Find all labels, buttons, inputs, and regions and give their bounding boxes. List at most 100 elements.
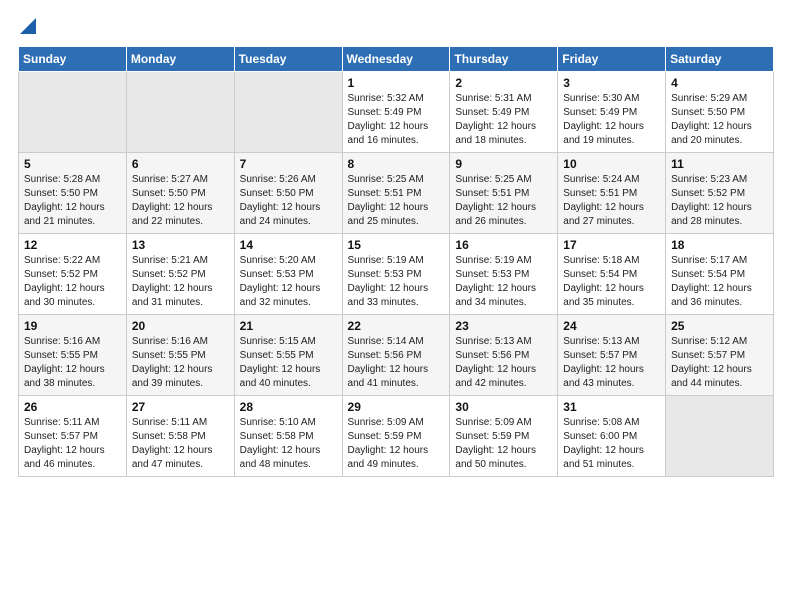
day-info: Sunrise: 5:21 AM Sunset: 5:52 PM Dayligh… [132,254,229,310]
day-number: 14 [240,238,337,252]
day-info: Sunrise: 5:20 AM Sunset: 5:53 PM Dayligh… [240,254,337,310]
day-number: 9 [455,157,552,171]
day-cell-1-3: 8 Sunrise: 5:25 AM Sunset: 5:51 PM Daylig… [342,153,450,234]
day-info: Sunrise: 5:30 AM Sunset: 5:49 PM Dayligh… [563,92,660,148]
day-info: Sunrise: 5:15 AM Sunset: 5:55 PM Dayligh… [240,335,337,391]
day-number: 25 [671,319,768,333]
day-info: Sunrise: 5:12 AM Sunset: 5:57 PM Dayligh… [671,335,768,391]
day-number: 3 [563,76,660,90]
day-number: 23 [455,319,552,333]
day-number: 18 [671,238,768,252]
day-cell-4-4: 30 Sunrise: 5:09 AM Sunset: 5:59 PM Dayli… [450,396,558,477]
day-cell-0-2 [234,72,342,153]
day-number: 17 [563,238,660,252]
day-info: Sunrise: 5:29 AM Sunset: 5:50 PM Dayligh… [671,92,768,148]
day-cell-0-6: 4 Sunrise: 5:29 AM Sunset: 5:50 PM Daylig… [666,72,774,153]
day-cell-3-2: 21 Sunrise: 5:15 AM Sunset: 5:55 PM Dayli… [234,315,342,396]
day-number: 15 [348,238,445,252]
week-row-1: 1 Sunrise: 5:32 AM Sunset: 5:49 PM Daylig… [19,72,774,153]
day-info: Sunrise: 5:18 AM Sunset: 5:54 PM Dayligh… [563,254,660,310]
day-cell-4-2: 28Sunrise: 5:10 AM Sunset: 5:58 PM Dayli… [234,396,342,477]
col-tuesday: Tuesday [234,47,342,72]
col-sunday: Sunday [19,47,127,72]
day-cell-4-1: 27 Sunrise: 5:11 AM Sunset: 5:58 PM Dayli… [126,396,234,477]
day-cell-4-3: 29 Sunrise: 5:09 AM Sunset: 5:59 PM Dayli… [342,396,450,477]
day-info: Sunrise: 5:16 AM Sunset: 5:55 PM Dayligh… [24,335,121,391]
week-row-2: 5 Sunrise: 5:28 AM Sunset: 5:50 PM Daylig… [19,153,774,234]
day-cell-2-2: 14 Sunrise: 5:20 AM Sunset: 5:53 PM Dayli… [234,234,342,315]
day-info: Sunrise: 5:19 AM Sunset: 5:53 PM Dayligh… [348,254,445,310]
logo-icon [20,18,36,34]
day-number: 7 [240,157,337,171]
day-number: 12 [24,238,121,252]
week-row-5: 26Sunrise: 5:11 AM Sunset: 5:57 PM Dayli… [19,396,774,477]
col-monday: Monday [126,47,234,72]
day-cell-0-4: 2Sunrise: 5:31 AM Sunset: 5:49 PM Daylig… [450,72,558,153]
day-number: 29 [348,400,445,414]
day-number: 8 [348,157,445,171]
day-number: 19 [24,319,121,333]
day-number: 2 [455,76,552,90]
day-info: Sunrise: 5:16 AM Sunset: 5:55 PM Dayligh… [132,335,229,391]
day-info: Sunrise: 5:14 AM Sunset: 5:56 PM Dayligh… [348,335,445,391]
calendar-table: Sunday Monday Tuesday Wednesday Thursday… [18,46,774,477]
day-number: 6 [132,157,229,171]
day-cell-1-6: 11 Sunrise: 5:23 AM Sunset: 5:52 PM Dayli… [666,153,774,234]
day-cell-1-4: 9 Sunrise: 5:25 AM Sunset: 5:51 PM Daylig… [450,153,558,234]
day-cell-2-1: 13 Sunrise: 5:21 AM Sunset: 5:52 PM Dayli… [126,234,234,315]
day-number: 13 [132,238,229,252]
day-cell-3-3: 22Sunrise: 5:14 AM Sunset: 5:56 PM Dayli… [342,315,450,396]
day-cell-2-6: 18 Sunrise: 5:17 AM Sunset: 5:54 PM Dayli… [666,234,774,315]
day-info: Sunrise: 5:19 AM Sunset: 5:53 PM Dayligh… [455,254,552,310]
day-cell-3-0: 19 Sunrise: 5:16 AM Sunset: 5:55 PM Dayli… [19,315,127,396]
day-cell-3-5: 24Sunrise: 5:13 AM Sunset: 5:57 PM Dayli… [558,315,666,396]
day-info: Sunrise: 5:10 AM Sunset: 5:58 PM Dayligh… [240,416,337,472]
day-info: Sunrise: 5:25 AM Sunset: 5:51 PM Dayligh… [455,173,552,229]
week-row-4: 19 Sunrise: 5:16 AM Sunset: 5:55 PM Dayli… [19,315,774,396]
day-cell-1-5: 10Sunrise: 5:24 AM Sunset: 5:51 PM Dayli… [558,153,666,234]
day-cell-3-1: 20 Sunrise: 5:16 AM Sunset: 5:55 PM Dayli… [126,315,234,396]
day-number: 5 [24,157,121,171]
day-cell-0-0 [19,72,127,153]
day-cell-1-1: 6 Sunrise: 5:27 AM Sunset: 5:50 PM Daylig… [126,153,234,234]
calendar-header-row: Sunday Monday Tuesday Wednesday Thursday… [19,47,774,72]
day-number: 30 [455,400,552,414]
day-info: Sunrise: 5:25 AM Sunset: 5:51 PM Dayligh… [348,173,445,229]
day-number: 4 [671,76,768,90]
day-info: Sunrise: 5:27 AM Sunset: 5:50 PM Dayligh… [132,173,229,229]
day-info: Sunrise: 5:09 AM Sunset: 5:59 PM Dayligh… [455,416,552,472]
header [18,18,774,36]
day-number: 20 [132,319,229,333]
day-cell-2-4: 16 Sunrise: 5:19 AM Sunset: 5:53 PM Dayli… [450,234,558,315]
day-number: 11 [671,157,768,171]
col-thursday: Thursday [450,47,558,72]
col-saturday: Saturday [666,47,774,72]
day-cell-0-5: 3 Sunrise: 5:30 AM Sunset: 5:49 PM Daylig… [558,72,666,153]
page: Sunday Monday Tuesday Wednesday Thursday… [0,0,792,612]
day-info: Sunrise: 5:11 AM Sunset: 5:58 PM Dayligh… [132,416,229,472]
day-info: Sunrise: 5:09 AM Sunset: 5:59 PM Dayligh… [348,416,445,472]
day-cell-3-4: 23 Sunrise: 5:13 AM Sunset: 5:56 PM Dayli… [450,315,558,396]
day-number: 27 [132,400,229,414]
day-info: Sunrise: 5:13 AM Sunset: 5:57 PM Dayligh… [563,335,660,391]
day-info: Sunrise: 5:32 AM Sunset: 5:49 PM Dayligh… [348,92,445,148]
day-info: Sunrise: 5:22 AM Sunset: 5:52 PM Dayligh… [24,254,121,310]
day-cell-4-5: 31Sunrise: 5:08 AM Sunset: 6:00 PM Dayli… [558,396,666,477]
day-info: Sunrise: 5:17 AM Sunset: 5:54 PM Dayligh… [671,254,768,310]
day-info: Sunrise: 5:13 AM Sunset: 5:56 PM Dayligh… [455,335,552,391]
day-cell-2-3: 15 Sunrise: 5:19 AM Sunset: 5:53 PM Dayli… [342,234,450,315]
day-number: 16 [455,238,552,252]
day-cell-0-1 [126,72,234,153]
day-number: 26 [24,400,121,414]
day-cell-4-0: 26Sunrise: 5:11 AM Sunset: 5:57 PM Dayli… [19,396,127,477]
logo [18,18,36,36]
week-row-3: 12 Sunrise: 5:22 AM Sunset: 5:52 PM Dayli… [19,234,774,315]
day-number: 31 [563,400,660,414]
day-info: Sunrise: 5:23 AM Sunset: 5:52 PM Dayligh… [671,173,768,229]
col-wednesday: Wednesday [342,47,450,72]
day-cell-2-5: 17 Sunrise: 5:18 AM Sunset: 5:54 PM Dayli… [558,234,666,315]
day-number: 10 [563,157,660,171]
day-number: 1 [348,76,445,90]
day-info: Sunrise: 5:28 AM Sunset: 5:50 PM Dayligh… [24,173,121,229]
day-number: 21 [240,319,337,333]
